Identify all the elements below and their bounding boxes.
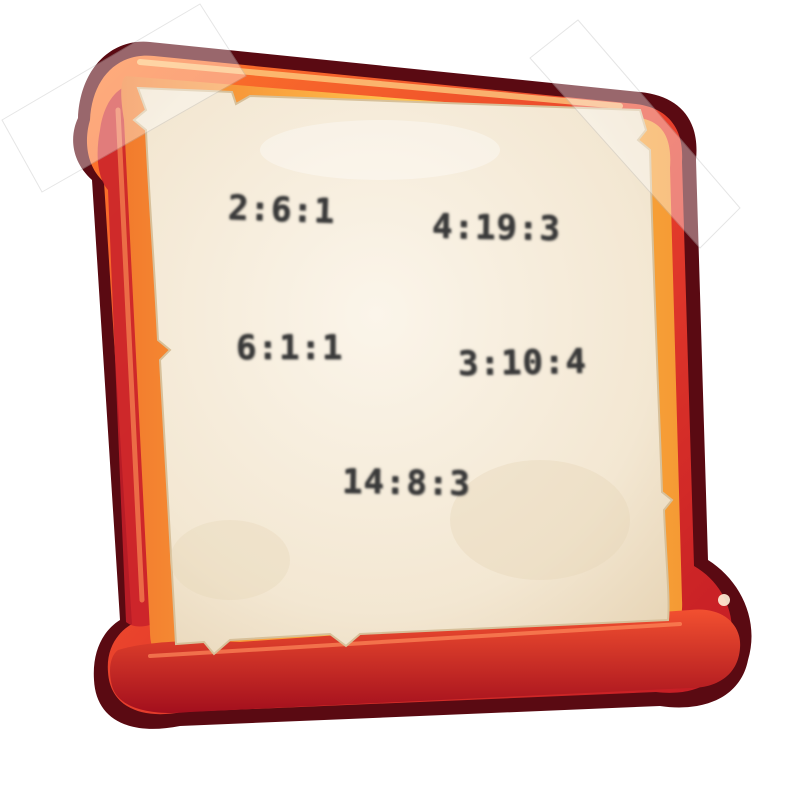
paper-stain xyxy=(450,460,630,580)
code-clue-5: 14:8:3 xyxy=(341,461,472,505)
code-clue-4: 3:10:4 xyxy=(457,341,588,385)
game-board-scene: 2:6:1 4:19:3 6:1:1 3:10:4 14:8:3 xyxy=(0,0,800,800)
code-clue-2: 4:19:3 xyxy=(431,206,562,250)
paper-stain xyxy=(260,120,500,180)
code-clue-1: 2:6:1 xyxy=(227,188,337,232)
frame-shine-dot xyxy=(718,594,730,606)
paper-stain xyxy=(170,520,290,600)
wooden-frame-illustration xyxy=(1,3,752,729)
code-clue-3: 6:1:1 xyxy=(236,328,344,368)
